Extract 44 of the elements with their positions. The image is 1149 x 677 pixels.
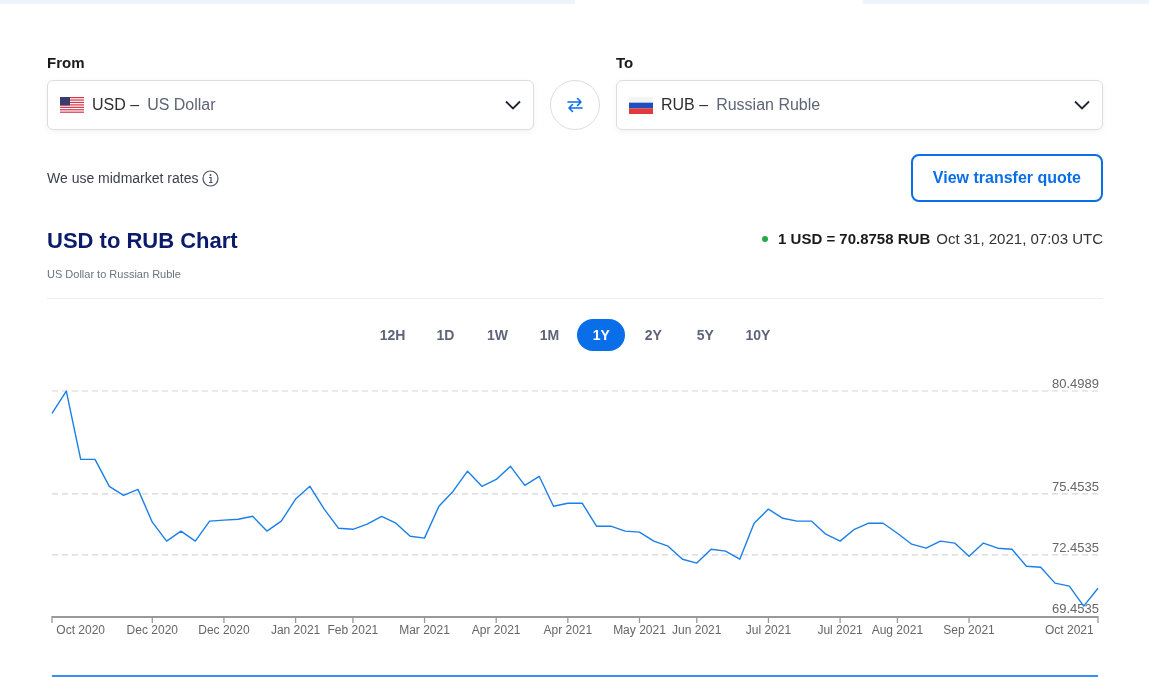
axis-label: 72.4535 (1052, 539, 1099, 555)
axis-label: Oct 2021 (1045, 623, 1094, 637)
period-tab[interactable]: 2Y (629, 319, 678, 351)
period-tab[interactable]: 1D (421, 319, 470, 351)
axis-label: Mar 2021 (399, 623, 450, 637)
axis-label: Jan 2021 (270, 623, 321, 637)
axis-label: Sep 2021 (943, 623, 995, 637)
rate-timestamp: Oct 31, 2021, 07:03 UTC (936, 230, 1103, 247)
axis-label: Dec 2020 (198, 623, 250, 637)
period-tab[interactable]: 1Y (577, 319, 626, 351)
axis-label: 75.4535 (1052, 478, 1099, 494)
info-icon[interactable] (202, 169, 220, 187)
field-label: To (616, 54, 635, 72)
period-tab[interactable]: 1M (525, 319, 574, 351)
axis-label: Apr 2021 (471, 623, 521, 637)
us-flag-icon (60, 96, 84, 114)
swap-button[interactable] (550, 80, 600, 130)
axis-label: Aug 2021 (871, 623, 924, 637)
view-quote-button[interactable]: View transfer quote (910, 154, 1103, 202)
axis-label: Apr 2021 (543, 623, 593, 637)
axis-label: Oct 2020 (56, 623, 105, 637)
chevron-down-icon (1074, 100, 1090, 110)
axis-label: 80.4989 (1052, 376, 1099, 391)
axis-label: Feb 2021 (327, 623, 379, 637)
swap-arrows-icon (566, 97, 584, 113)
period-tab[interactable]: 5Y (681, 319, 730, 351)
chart-subtitle: US Dollar to Russian Ruble (47, 268, 182, 280)
axis-label: Jul 2021 (817, 623, 863, 637)
chart-title: USD to RUB Chart (47, 228, 238, 254)
exchange-rate: 1 USD = 70.8758 RUB (778, 230, 931, 247)
axis-label: Jun 2021 (672, 623, 722, 637)
chevron-down-icon (505, 100, 521, 110)
period-tab[interactable]: 12H (367, 319, 418, 351)
axis-label: Jul 2021 (745, 623, 792, 637)
rates-note: We use midmarket rates (47, 170, 199, 186)
axis-label: Dec 2020 (126, 623, 178, 637)
period-tab[interactable]: 1W (473, 319, 522, 351)
currency-dropdown[interactable]: RUB – Russian Ruble (616, 80, 1103, 130)
russia-flag-icon (629, 96, 653, 114)
field-label: From (47, 54, 86, 72)
axis-label: May 2021 (613, 623, 666, 637)
axis-label: 69.4535 (1052, 601, 1099, 616)
period-tab[interactable]: 10Y (733, 319, 783, 351)
currency-dropdown[interactable]: USD – US Dollar (47, 80, 534, 130)
